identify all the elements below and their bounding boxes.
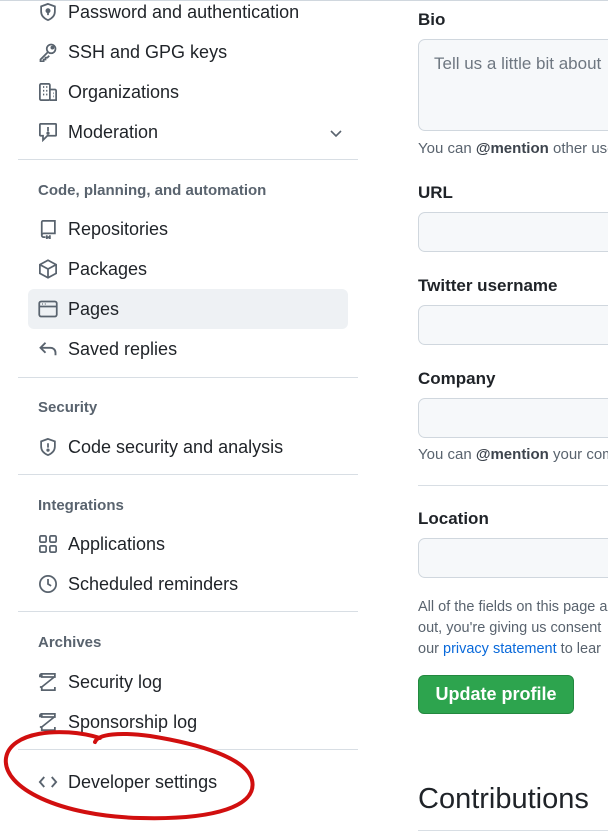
- sidebar-item-label: Password and authentication: [68, 2, 300, 22]
- sidebar-item-label: Scheduled reminders: [68, 574, 239, 594]
- sidebar-item-sponsorship-log[interactable]: Sponsorship log: [28, 702, 348, 742]
- bio-help-text: You can @mention other use: [418, 140, 608, 157]
- sidebar-item-label: Pages: [68, 299, 120, 319]
- sidebar-item-label: Applications: [68, 534, 166, 554]
- settings-sidebar: Password and authentication SSH and GPG …: [18, 0, 358, 833]
- url-label: URL: [418, 183, 453, 202]
- sidebar-item-label: Packages: [68, 259, 148, 279]
- sidebar-item-password-authentication[interactable]: Password and authentication: [28, 0, 348, 32]
- form-divider: [418, 485, 608, 486]
- sidebar-item-pages[interactable]: Pages: [28, 289, 348, 329]
- sidebar-item-packages[interactable]: Packages: [28, 249, 348, 289]
- profile-form: Bio Tell us a little bit about You can @…: [418, 0, 608, 833]
- sidebar-divider: [18, 159, 358, 160]
- privacy-notice: All of the fields on this page a out, yo…: [418, 599, 608, 657]
- sidebar-item-developer-settings[interactable]: Developer settings: [28, 762, 348, 802]
- section-heading-security: Security: [38, 399, 98, 416]
- company-input[interactable]: [418, 398, 608, 438]
- organization-icon: [38, 82, 58, 102]
- sidebar-item-label: Organizations: [68, 82, 180, 102]
- sidebar-divider: [18, 611, 358, 612]
- section-heading-integrations: Integrations: [38, 497, 124, 514]
- privacy-statement-link[interactable]: privacy statement: [443, 641, 557, 657]
- repo-icon: [38, 219, 58, 239]
- bio-placeholder: Tell us a little bit about: [434, 54, 602, 73]
- sidebar-item-label: SSH and GPG keys: [68, 42, 228, 62]
- section-heading-archives: Archives: [38, 634, 102, 651]
- sidebar-item-label: Code security and analysis: [68, 437, 284, 457]
- package-icon: [38, 259, 58, 279]
- log-icon: [38, 672, 58, 692]
- bio-textarea[interactable]: Tell us a little bit about: [418, 39, 608, 131]
- sidebar-item-label: Security log: [68, 672, 163, 692]
- sidebar-item-repositories[interactable]: Repositories: [28, 209, 348, 249]
- shield-icon: [38, 437, 58, 457]
- sidebar-item-security-log[interactable]: Security log: [28, 662, 348, 702]
- sidebar-item-label: Repositories: [68, 219, 169, 239]
- sidebar-item-moderation[interactable]: Moderation: [28, 112, 348, 152]
- sidebar-divider: [18, 749, 358, 750]
- company-help-text: You can @mention your com: [418, 446, 608, 463]
- contributions-heading: Contributions: [418, 783, 589, 815]
- sidebar-item-label: Saved replies: [68, 339, 178, 359]
- sidebar-divider: [18, 377, 358, 378]
- sidebar-item-label: Sponsorship log: [68, 712, 198, 732]
- location-input[interactable]: [418, 538, 608, 578]
- contributions-divider: [418, 830, 608, 831]
- sidebar-divider: [18, 474, 358, 475]
- sidebar-item-code-security[interactable]: Code security and analysis: [28, 427, 348, 467]
- reply-icon: [38, 339, 58, 359]
- company-label: Company: [418, 369, 496, 388]
- sidebar-item-ssh-gpg-keys[interactable]: SSH and GPG keys: [28, 32, 348, 72]
- report-icon: [38, 122, 58, 142]
- sidebar-item-organizations[interactable]: Organizations: [28, 72, 348, 112]
- sidebar-item-applications[interactable]: Applications: [28, 524, 348, 564]
- twitter-label: Twitter username: [418, 276, 558, 295]
- log-icon: [38, 712, 58, 732]
- sidebar-item-label: Developer settings: [68, 772, 218, 792]
- key-icon: [38, 42, 58, 62]
- shield-lock-icon: [38, 2, 58, 22]
- url-input[interactable]: [418, 212, 608, 252]
- apps-icon: [38, 534, 58, 554]
- sidebar-item-label: Moderation: [68, 122, 159, 142]
- clock-icon: [38, 574, 58, 594]
- sidebar-item-scheduled-reminders[interactable]: Scheduled reminders: [28, 564, 348, 604]
- bio-label: Bio: [418, 10, 446, 29]
- sidebar-item-saved-replies[interactable]: Saved replies: [28, 329, 348, 369]
- chevron-down-icon[interactable]: [328, 125, 344, 141]
- location-label: Location: [418, 509, 489, 528]
- browser-icon: [38, 299, 58, 319]
- section-heading-code-planning: Code, planning, and automation: [38, 182, 267, 199]
- code-icon: [38, 772, 58, 792]
- twitter-input[interactable]: [418, 305, 608, 345]
- update-profile-button[interactable]: Update profile: [418, 675, 574, 714]
